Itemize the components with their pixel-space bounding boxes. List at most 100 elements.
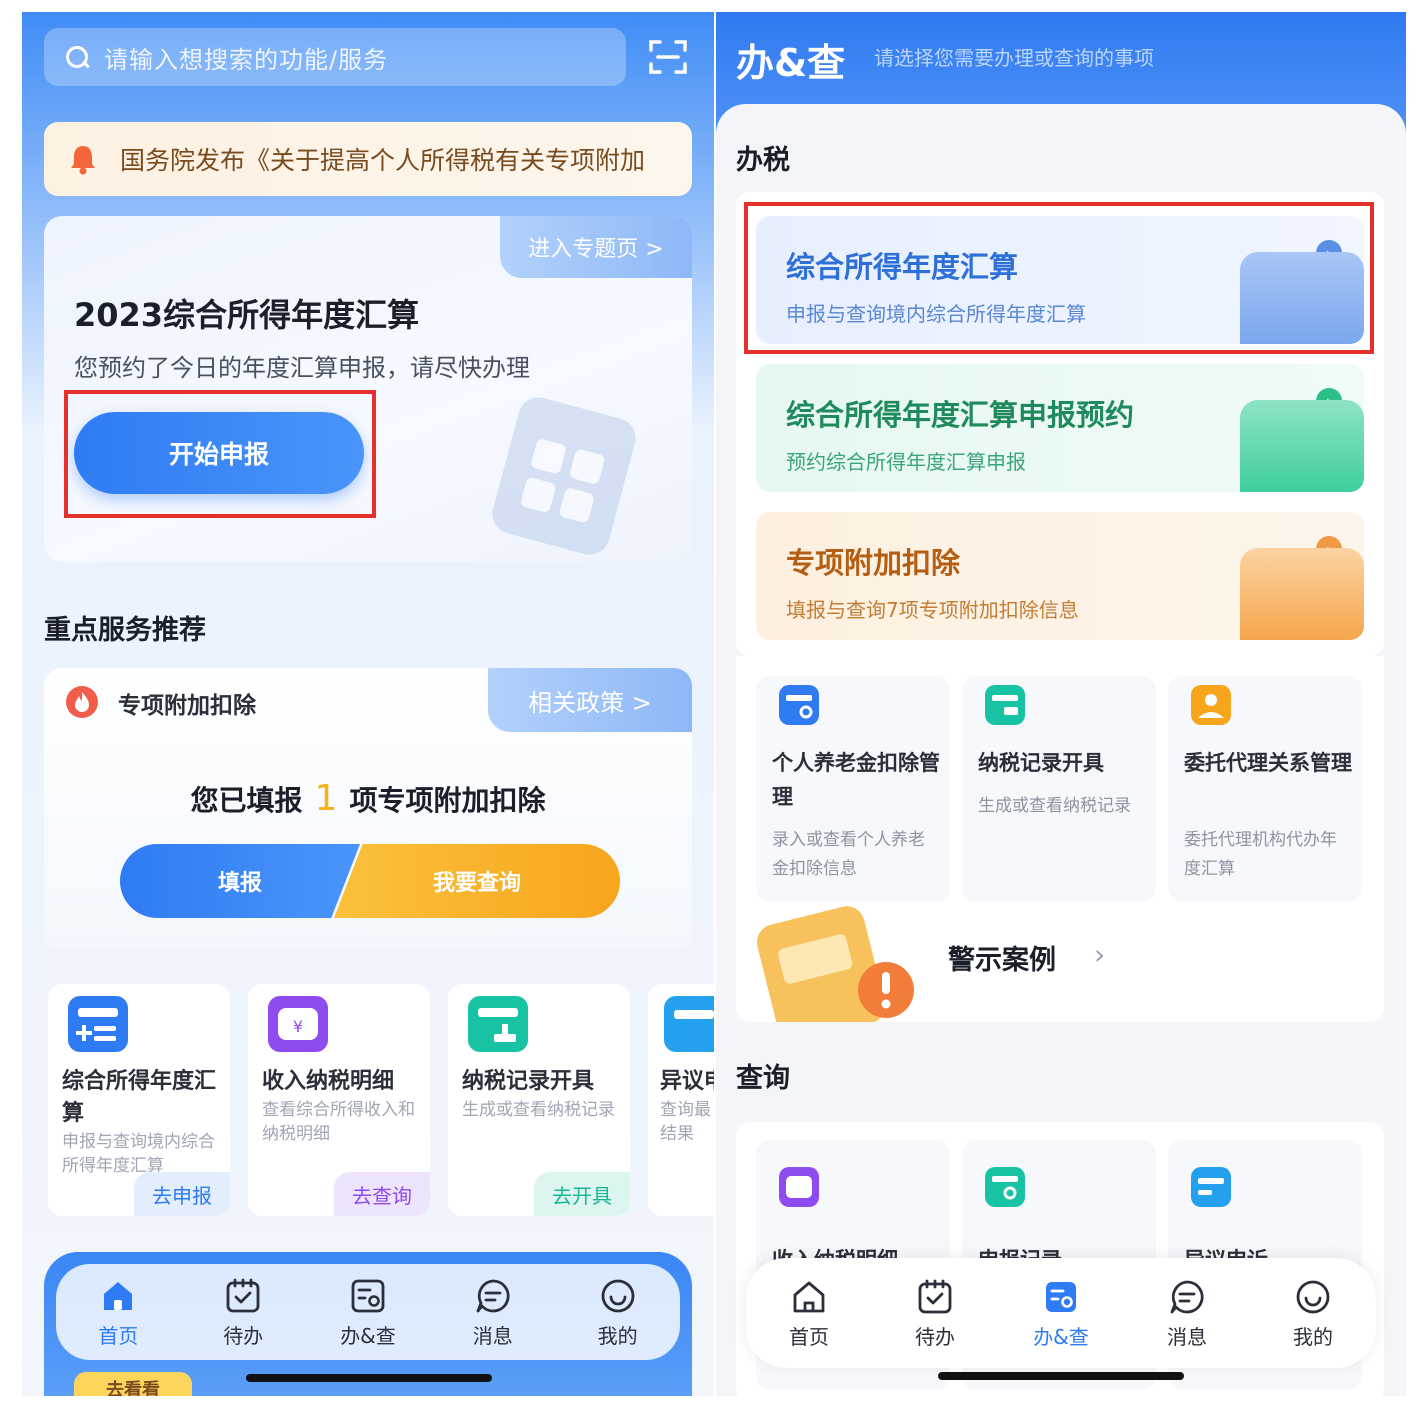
service-title: 综合所得年度汇算 xyxy=(62,1069,217,1126)
stamp-icon xyxy=(468,996,528,1052)
warning-cases-label: 警示案例 xyxy=(948,945,1056,976)
entry-title: 综合所得年度汇算申报预约 xyxy=(786,398,1135,432)
office-query-icon xyxy=(351,1279,385,1312)
annual-appointment-entry[interactable]: 综合所得年度汇算申报预约 预约综合所得年度汇算申报 › xyxy=(756,364,1364,492)
tab-label: 消息 xyxy=(1167,1324,1207,1349)
filled-summary: 您已填报 1 项专项附加扣除 xyxy=(44,778,692,819)
special-deduction-entry[interactable]: 专项附加扣除 填报与查询7项专项附加扣除信息 › xyxy=(756,512,1364,640)
tax-record-card[interactable]: 纳税记录开具 生成或查看纳税记录 xyxy=(962,676,1156,902)
calendar-check-icon xyxy=(226,1278,260,1312)
service-desc: 生成或查看纳税记录 xyxy=(462,1100,615,1120)
tab-mine[interactable]: 我的 xyxy=(1250,1258,1376,1368)
service-card-appeal[interactable]: 异议申诉 查询最结果 xyxy=(648,984,714,1216)
flame-icon xyxy=(66,686,98,718)
service-card-annual[interactable]: 综合所得年度汇算 申报与查询境内综合所得年度汇算 去申报 xyxy=(48,984,230,1216)
tab-label: 我的 xyxy=(1293,1324,1333,1349)
tab-label: 待办 xyxy=(223,1323,264,1348)
wallet-icon xyxy=(779,1167,819,1207)
search-bar[interactable]: 请输入想搜索的功能/服务 xyxy=(44,28,626,86)
page-title: 办&查 xyxy=(736,41,846,85)
tab-home[interactable]: 首页 xyxy=(746,1258,872,1368)
my-query-button[interactable]: 我要查询 xyxy=(334,844,620,918)
mini-title: 委托代理关系管理 xyxy=(1184,751,1352,775)
tab-todo[interactable]: 待办 xyxy=(872,1258,998,1368)
go-declare-button[interactable]: 去申报 xyxy=(134,1172,230,1216)
tab-label: 首页 xyxy=(789,1324,829,1349)
tab-messages[interactable]: 消息 xyxy=(430,1264,555,1360)
highlight-box-annual-entry xyxy=(744,202,1374,354)
section-query-title: 查询 xyxy=(736,1063,790,1094)
service-title: 异议申诉 xyxy=(660,1069,714,1094)
annual-subtitle: 您预约了今日的年度汇算申报，请尽快办理 xyxy=(74,354,530,382)
folder-icon xyxy=(1191,1167,1231,1207)
key-services-title: 重点服务推荐 xyxy=(44,615,206,646)
entry-title: 专项附加扣除 xyxy=(786,546,961,580)
service-title: 纳税记录开具 xyxy=(462,1069,595,1094)
section-tax-title: 办税 xyxy=(736,145,790,176)
page-subtitle: 请选择您需要办理或查询的事项 xyxy=(874,46,1154,70)
tab-office-query[interactable]: 办&查 xyxy=(306,1264,431,1360)
tab-label: 首页 xyxy=(98,1323,139,1348)
service-desc: 查看综合所得收入和纳税明细 xyxy=(262,1100,415,1144)
related-policy-link[interactable]: 相关政策 > xyxy=(488,668,692,732)
service-card-record[interactable]: 纳税记录开具 生成或查看纳税记录 去开具 xyxy=(448,984,630,1216)
entry-desc: 填报与查询7项专项附加扣除信息 xyxy=(786,598,1079,622)
search-placeholder: 请输入想搜索的功能/服务 xyxy=(104,45,389,74)
profile-icon xyxy=(1296,1280,1330,1313)
annual-title: 2023综合所得年度汇算 xyxy=(74,296,420,334)
office-query-icon xyxy=(1046,1281,1076,1312)
tab-label: 我的 xyxy=(597,1323,638,1348)
search-icon xyxy=(64,44,90,70)
go-see-button[interactable]: 去看看 xyxy=(74,1372,192,1396)
folder-icon xyxy=(664,996,714,1052)
clock-deco-icon xyxy=(1240,400,1364,492)
entry-desc: 预约综合所得年度汇算申报 xyxy=(786,450,1026,474)
mini-title: 个人养老金扣除管理 xyxy=(772,751,940,809)
bottom-tab-bar: 首页 待办 办&查 消息 我的 xyxy=(746,1258,1376,1368)
message-icon xyxy=(1170,1280,1204,1313)
tab-mine[interactable]: 我的 xyxy=(555,1264,680,1360)
tab-messages[interactable]: 消息 xyxy=(1124,1258,1250,1368)
mini-desc: 录入或查看个人养老金扣除信息 xyxy=(772,830,925,879)
warning-cases-banner[interactable]: 警示案例 › xyxy=(736,904,1384,1022)
tab-home[interactable]: 首页 xyxy=(56,1264,181,1360)
deduction-name: 专项附加扣除 xyxy=(118,693,256,719)
go-query-button[interactable]: 去查询 xyxy=(334,1172,430,1216)
special-deduction-card: 专项附加扣除 相关政策 > 您已填报 1 项专项附加扣除 填报 我要查询 xyxy=(44,668,692,950)
mini-desc: 生成或查看纳税记录 xyxy=(978,796,1131,816)
home-screen: 请输入想搜索的功能/服务 国务院发布《关于提高个人所得税有关专项附加 进入专题页… xyxy=(22,12,714,1396)
mini-title: 纳税记录开具 xyxy=(978,751,1104,775)
notice-text: 国务院发布《关于提高个人所得税有关专项附加 xyxy=(120,146,646,175)
go-issue-button[interactable]: 去开具 xyxy=(534,1172,630,1216)
scan-icon[interactable] xyxy=(648,38,688,76)
tab-bar-inner: 首页 待办 办&查 消息 我的 xyxy=(56,1264,680,1360)
bell-icon xyxy=(71,146,95,175)
fill-in-button[interactable]: 填报 xyxy=(120,844,360,918)
filled-suffix: 项专项附加扣除 xyxy=(349,784,546,817)
form-icon xyxy=(68,996,128,1052)
home-icon xyxy=(104,1281,133,1310)
tab-office-query[interactable]: 办&查 xyxy=(998,1258,1124,1368)
topic-page-link[interactable]: 进入专题页 > xyxy=(500,216,692,278)
warning-illustration xyxy=(756,906,914,1022)
filled-prefix: 您已填报 xyxy=(190,784,303,817)
home-indicator xyxy=(938,1372,1184,1380)
agency-relation-card[interactable]: 委托代理关系管理 委托代理机构代办年度汇算 xyxy=(1168,676,1362,902)
calendar-check-icon xyxy=(918,1279,952,1313)
home-indicator xyxy=(246,1374,492,1382)
tab-todo[interactable]: 待办 xyxy=(181,1264,306,1360)
notice-banner[interactable]: 国务院发布《关于提高个人所得税有关专项附加 xyxy=(44,122,692,196)
service-desc: 申报与查询境内综合所得年度汇算 xyxy=(62,1132,215,1176)
service-row: 综合所得年度汇算 申报与查询境内综合所得年度汇算 去申报 ¥ 收入纳税明细 查看… xyxy=(44,984,714,1216)
service-desc: 查询最结果 xyxy=(660,1100,711,1144)
pension-deduction-card[interactable]: 个人养老金扣除管理 录入或查看个人养老金扣除信息 xyxy=(756,676,950,902)
service-card-income[interactable]: ¥ 收入纳税明细 查看综合所得收入和纳税明细 去查询 xyxy=(248,984,430,1216)
agent-icon xyxy=(1191,685,1231,725)
pension-icon xyxy=(779,685,819,725)
home-icon xyxy=(793,1281,825,1312)
pen-deco-icon xyxy=(1240,548,1364,640)
calculator-illustration xyxy=(492,397,636,555)
mini-desc: 委托代理机构代办年度汇算 xyxy=(1184,830,1337,879)
record-search-icon xyxy=(985,1167,1025,1207)
svg-text:¥: ¥ xyxy=(293,1017,303,1036)
